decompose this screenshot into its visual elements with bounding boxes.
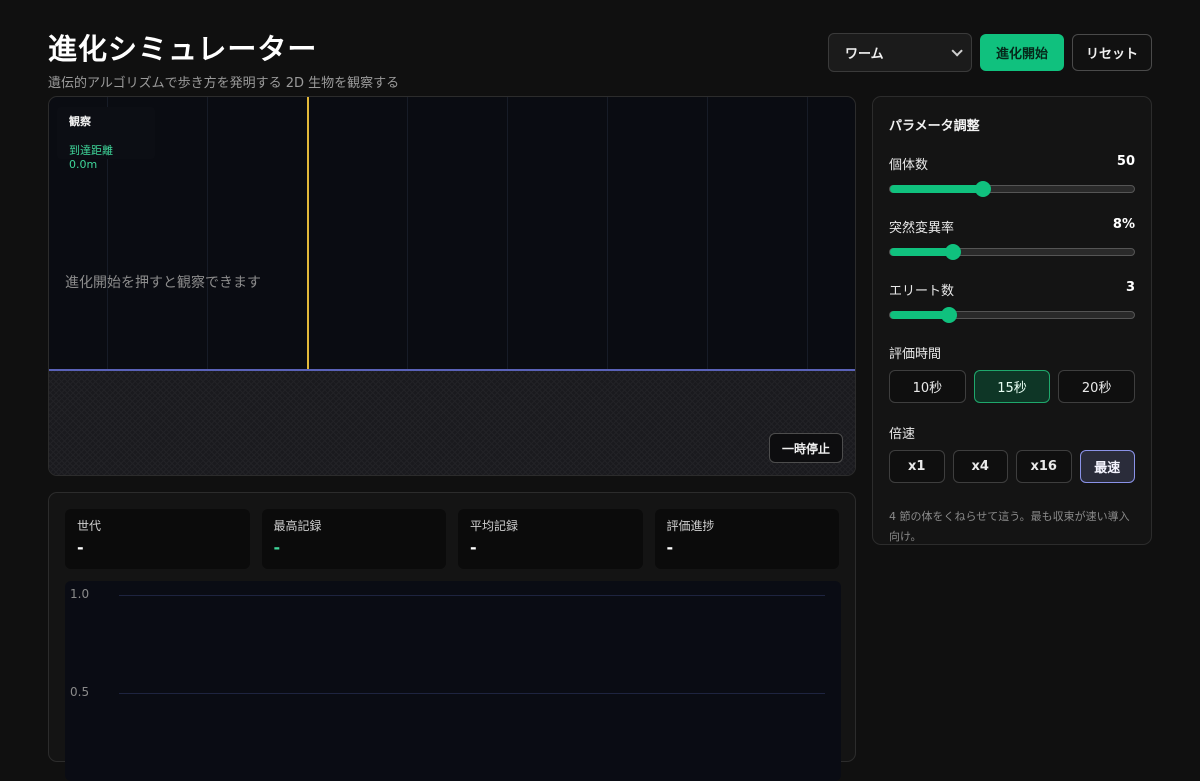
chart-tick-label: 0.5 xyxy=(70,685,90,699)
page-title: 進化シミュレーター xyxy=(48,32,318,66)
slider-fill xyxy=(890,311,949,319)
header: 進化シミュレーター 遺伝的アルゴリズムで歩き方を発明する 2D 生物を観察する xyxy=(48,26,399,91)
grid-line xyxy=(207,97,208,369)
speed-x16-button[interactable]: x16 xyxy=(1016,450,1072,483)
stat-value: - xyxy=(273,538,281,557)
speed-group: x1 x4 x16 最速 xyxy=(889,450,1135,483)
elite-slider[interactable] xyxy=(889,307,1135,323)
population-slider[interactable] xyxy=(889,181,1135,197)
population-label: 個体数 xyxy=(889,158,929,173)
chevron-down-icon xyxy=(951,44,963,57)
slider-fill xyxy=(890,248,954,256)
reset-button[interactable]: リセット xyxy=(1071,34,1152,71)
elite-label: エリート数 xyxy=(889,284,955,299)
mutation-row: 突然変異率 8% xyxy=(889,217,1135,236)
page-subtitle: 遺伝的アルゴリズムで歩き方を発明する 2D 生物を観察する xyxy=(48,76,400,91)
slider-thumb[interactable] xyxy=(940,307,957,323)
slider-fill xyxy=(890,185,983,193)
simulation-hint: 進化開始を押すと観察できます xyxy=(65,275,261,291)
elite-value: 3 xyxy=(1125,280,1135,295)
stat-value: - xyxy=(666,538,674,557)
grid-line xyxy=(607,97,608,369)
speed-x1-button[interactable]: x1 xyxy=(889,450,945,483)
population-value: 50 xyxy=(1116,154,1135,169)
mutation-value: 8% xyxy=(1112,217,1135,232)
stat-value: - xyxy=(470,538,477,557)
grid-line xyxy=(407,97,408,369)
speed-max-button[interactable]: 最速 xyxy=(1079,450,1135,483)
creature-select-value: ワーム xyxy=(844,47,884,62)
parameter-panel: パラメータ調整 個体数 50 突然変異率 8% エリート数 3 評価時間 10秒… xyxy=(872,96,1152,545)
mutation-label: 突然変異率 xyxy=(889,221,955,236)
observe-title: 観察 xyxy=(69,115,91,128)
pause-button[interactable]: 一時停止 xyxy=(768,433,843,463)
start-marker-line xyxy=(307,97,309,369)
creature-select[interactable]: ワーム xyxy=(827,33,972,72)
grid-line xyxy=(707,97,708,369)
population-row: 個体数 50 xyxy=(889,154,1135,173)
params-title: パラメータ調整 xyxy=(889,119,980,134)
fitness-chart: 1.0 0.5 xyxy=(65,581,841,781)
stat-label: 平均記録 xyxy=(470,519,519,533)
chart-tick-label: 1.0 xyxy=(70,587,90,601)
distance-readout: 到達距離 0.0m xyxy=(69,144,113,171)
elite-row: エリート数 3 xyxy=(889,280,1135,299)
stat-card-best: 最高記録 - xyxy=(261,509,446,569)
simulation-canvas[interactable]: 観察 到達距離 0.0m 進化開始を押すと観察できます 一時停止 xyxy=(48,96,856,476)
eval-time-label: 評価時間 xyxy=(889,347,942,362)
mutation-slider[interactable] xyxy=(889,244,1135,260)
slider-thumb[interactable] xyxy=(945,244,962,260)
stats-panel: 世代 - 最高記録 - 平均記録 - 評価進捗 - 1.0 0.5 xyxy=(48,492,856,781)
eval-time-20s-button[interactable]: 20秒 xyxy=(1058,370,1136,403)
stat-card-average: 平均記録 - xyxy=(458,509,643,569)
slider-thumb[interactable] xyxy=(974,181,991,197)
ground xyxy=(49,369,855,475)
speed-x4-button[interactable]: x4 xyxy=(952,450,1008,483)
stat-card-generation: 世代 - xyxy=(65,509,250,569)
stat-card-progress: 評価進捗 - xyxy=(654,509,839,569)
observe-overlay: 観察 到達距離 0.0m xyxy=(57,107,155,171)
creature-description: 4 節の体をくねらせて這う。最も収束が速い導入向け。 xyxy=(889,510,1130,543)
eval-time-10s-button[interactable]: 10秒 xyxy=(889,370,966,403)
eval-time-group: 10秒 15秒 20秒 xyxy=(889,370,1136,403)
stat-value: - xyxy=(77,538,84,557)
chart-gridline xyxy=(119,693,825,694)
grid-line xyxy=(807,97,808,369)
grid-line xyxy=(507,97,508,369)
stat-label: 最高記録 xyxy=(273,519,322,533)
chart-gridline xyxy=(119,595,825,596)
stat-label: 評価進捗 xyxy=(666,519,715,533)
speed-label: 倍速 xyxy=(889,427,916,442)
eval-time-15s-button[interactable]: 15秒 xyxy=(973,370,1051,403)
stat-label: 世代 xyxy=(77,519,102,533)
toolbar: ワーム 進化開始 リセット xyxy=(827,33,1152,72)
start-evolution-button[interactable]: 進化開始 xyxy=(979,34,1064,71)
